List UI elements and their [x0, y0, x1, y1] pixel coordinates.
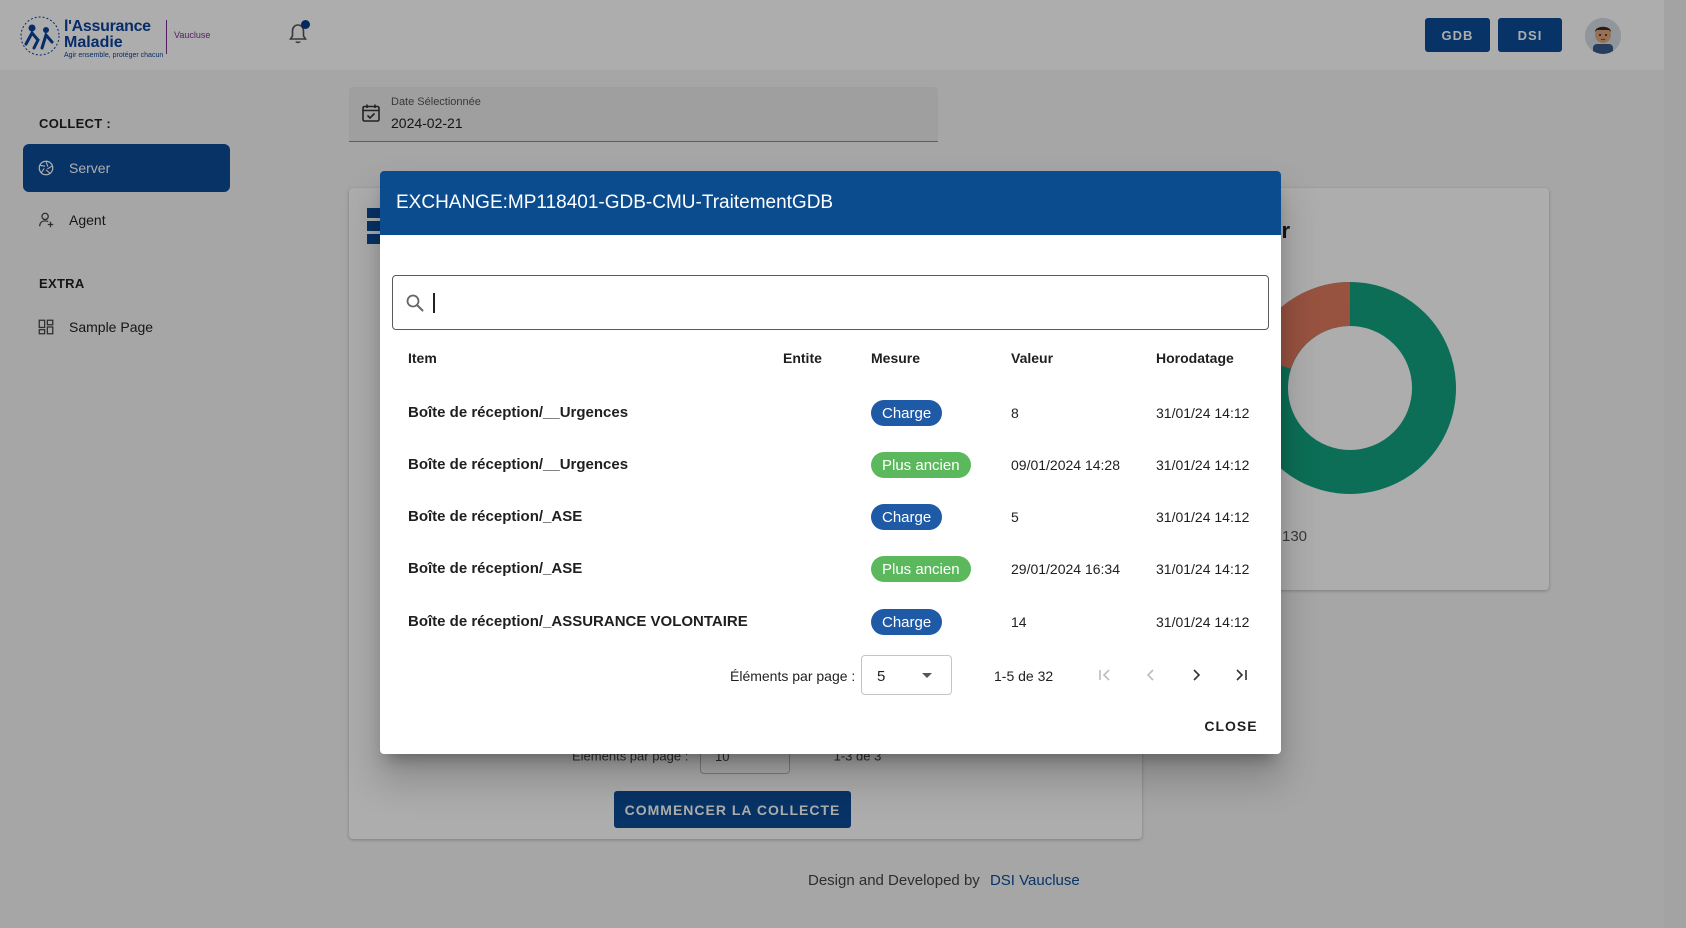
cell-valeur: 14	[1011, 614, 1027, 630]
first-page-icon	[1099, 669, 1110, 681]
close-button[interactable]: CLOSE	[1196, 711, 1266, 741]
column-header-mesure[interactable]: Mesure	[871, 350, 920, 366]
table-row[interactable]: Boîte de réception/_ASE Plus ancien 29/0…	[380, 544, 1281, 596]
first-page-button[interactable]	[1091, 661, 1119, 689]
dropdown-arrow-icon	[922, 673, 932, 678]
last-page-button[interactable]	[1227, 661, 1255, 689]
paginator: Éléments par page : 5 1-5 de 32	[380, 655, 1281, 697]
exchange-dialog: EXCHANGE:MP118401-GDB-CMU-TraitementGDB …	[380, 171, 1281, 754]
cell-item: Boîte de réception/_ASSURANCE VOLONTAIRE	[408, 613, 748, 630]
mesure-chip: Plus ancien	[871, 556, 971, 582]
column-header-horodatage[interactable]: Horodatage	[1156, 350, 1234, 366]
chevron-right-icon	[1193, 669, 1201, 681]
last-page-icon	[1236, 669, 1247, 681]
mesure-chip: Charge	[871, 609, 943, 635]
table-row[interactable]: Boîte de réception/_ASE Charge 5 31/01/2…	[380, 492, 1281, 544]
next-page-button[interactable]	[1182, 661, 1210, 689]
text-caret	[433, 293, 435, 313]
cell-item: Boîte de réception/_ASE	[408, 508, 583, 525]
mesure-chip: Plus ancien	[871, 452, 971, 478]
paginator-label: Éléments par page :	[730, 668, 856, 684]
column-header-item[interactable]: Item	[408, 350, 437, 366]
column-header-entite[interactable]: Entite	[783, 350, 822, 366]
page-size-value: 5	[877, 668, 886, 685]
cell-valeur: 8	[1011, 405, 1019, 421]
mesure-chip: Charge	[871, 504, 943, 530]
paginator-range: 1-5 de 32	[994, 668, 1054, 684]
cell-valeur: 5	[1011, 509, 1019, 525]
previous-page-button[interactable]	[1137, 661, 1165, 689]
table-row[interactable]: Boîte de réception/__Urgences Plus ancie…	[380, 440, 1281, 492]
cell-item: Boîte de réception/_ASE	[408, 560, 583, 577]
cell-horodatage: 31/01/24 14:12	[1156, 509, 1250, 525]
table-row[interactable]: Boîte de réception/__Urgences Charge 8 3…	[380, 388, 1281, 440]
cell-item: Boîte de réception/__Urgences	[408, 456, 629, 473]
search-icon	[406, 294, 424, 312]
dialog-title: EXCHANGE:MP118401-GDB-CMU-TraitementGDB	[380, 171, 1281, 235]
chevron-left-icon	[1146, 669, 1154, 681]
cell-valeur: 09/01/2024 14:28	[1011, 457, 1120, 473]
cell-horodatage: 31/01/24 14:12	[1156, 561, 1250, 577]
mesure-chip: Charge	[871, 400, 943, 426]
search-field[interactable]	[392, 275, 1269, 330]
cell-horodatage: 31/01/24 14:12	[1156, 614, 1250, 630]
cell-horodatage: 31/01/24 14:12	[1156, 405, 1250, 421]
table-row[interactable]: Boîte de réception/_ASSURANCE VOLONTAIRE…	[380, 597, 1281, 649]
search-input[interactable]	[433, 286, 1253, 320]
column-header-valeur[interactable]: Valeur	[1011, 350, 1053, 366]
cell-horodatage: 31/01/24 14:12	[1156, 457, 1250, 473]
page-size-select[interactable]: 5	[861, 655, 952, 695]
cell-valeur: 29/01/2024 16:34	[1011, 561, 1120, 577]
cell-item: Boîte de réception/__Urgences	[408, 404, 629, 421]
